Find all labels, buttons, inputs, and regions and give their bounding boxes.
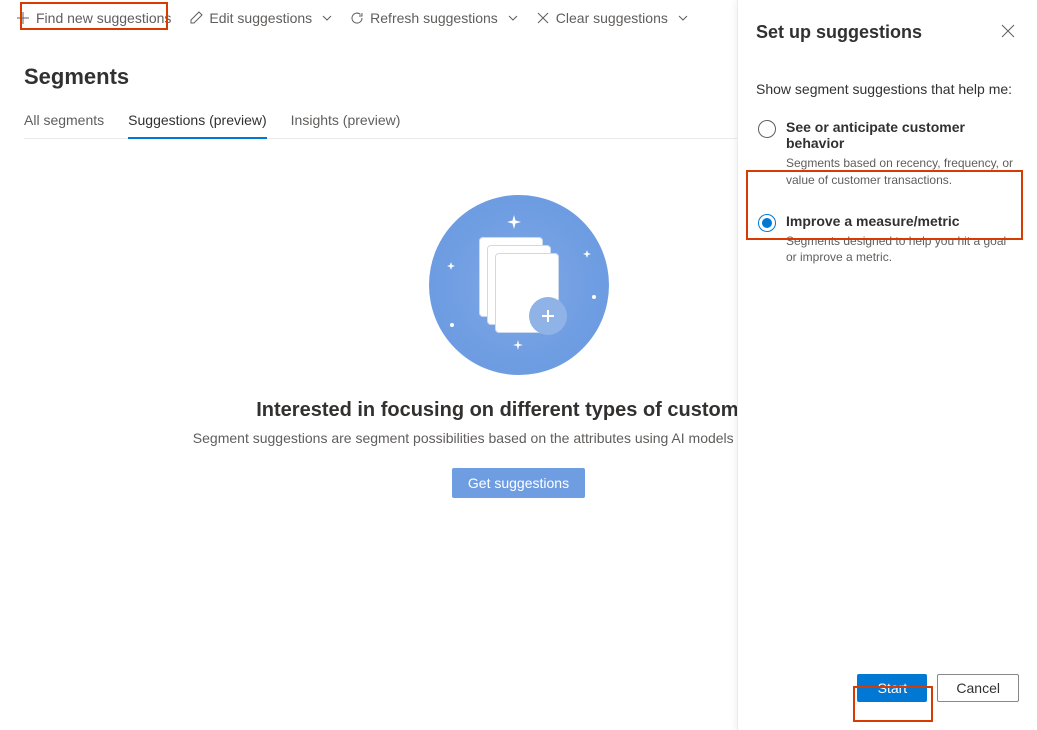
tab-suggestions[interactable]: Suggestions (preview) xyxy=(128,104,267,138)
setup-panel: Set up suggestions Show segment suggesti… xyxy=(737,0,1037,730)
refresh-suggestions-label: Refresh suggestions xyxy=(370,10,498,26)
clear-suggestions-label: Clear suggestions xyxy=(556,10,668,26)
panel-instruction: Show segment suggestions that help me: xyxy=(756,81,1019,97)
close-button[interactable] xyxy=(997,20,1019,45)
option-improve-metric[interactable]: Improve a measure/metric Segments design… xyxy=(756,209,1019,275)
cancel-button[interactable]: Cancel xyxy=(937,674,1019,702)
panel-actions: Start Cancel xyxy=(756,674,1019,710)
panel-title: Set up suggestions xyxy=(756,22,922,43)
clear-icon xyxy=(536,11,550,25)
hero-illustration xyxy=(429,195,609,375)
option-description: Segments based on recency, frequency, or… xyxy=(786,155,1017,189)
edit-suggestions-command[interactable]: Edit suggestions xyxy=(181,6,340,30)
find-suggestions-label: Find new suggestions xyxy=(36,10,171,26)
option-description: Segments designed to help you hit a goal… xyxy=(786,233,1017,267)
sparkle-icon xyxy=(583,245,591,261)
tab-insights[interactable]: Insights (preview) xyxy=(291,104,401,138)
hero-title: Interested in focusing on different type… xyxy=(256,399,781,422)
pencil-icon xyxy=(189,11,203,25)
tab-all-segments[interactable]: All segments xyxy=(24,104,104,138)
refresh-icon xyxy=(350,11,364,25)
chevron-down-icon xyxy=(508,10,518,26)
sparkle-icon xyxy=(591,287,597,303)
refresh-suggestions-command[interactable]: Refresh suggestions xyxy=(342,6,526,30)
option-title: Improve a measure/metric xyxy=(786,213,1017,229)
panel-header: Set up suggestions xyxy=(756,20,1019,45)
chevron-down-icon xyxy=(322,10,332,26)
option-title: See or anticipate customer behavior xyxy=(786,119,1017,151)
clear-suggestions-command[interactable]: Clear suggestions xyxy=(528,6,696,30)
plus-icon xyxy=(16,11,30,25)
get-suggestions-button[interactable]: Get suggestions xyxy=(452,468,585,498)
radio-selected[interactable] xyxy=(758,214,776,232)
edit-suggestions-label: Edit suggestions xyxy=(209,10,312,26)
add-badge-icon xyxy=(529,297,567,335)
radio-unselected[interactable] xyxy=(758,120,776,138)
sparkle-icon xyxy=(449,315,455,331)
find-suggestions-command[interactable]: Find new suggestions xyxy=(8,6,179,30)
sparkle-icon xyxy=(507,215,521,232)
option-customer-behavior[interactable]: See or anticipate customer behavior Segm… xyxy=(756,115,1019,197)
sparkle-icon xyxy=(447,257,455,273)
start-button[interactable]: Start xyxy=(857,674,927,702)
chevron-down-icon xyxy=(678,10,688,26)
sparkle-icon xyxy=(513,337,523,353)
